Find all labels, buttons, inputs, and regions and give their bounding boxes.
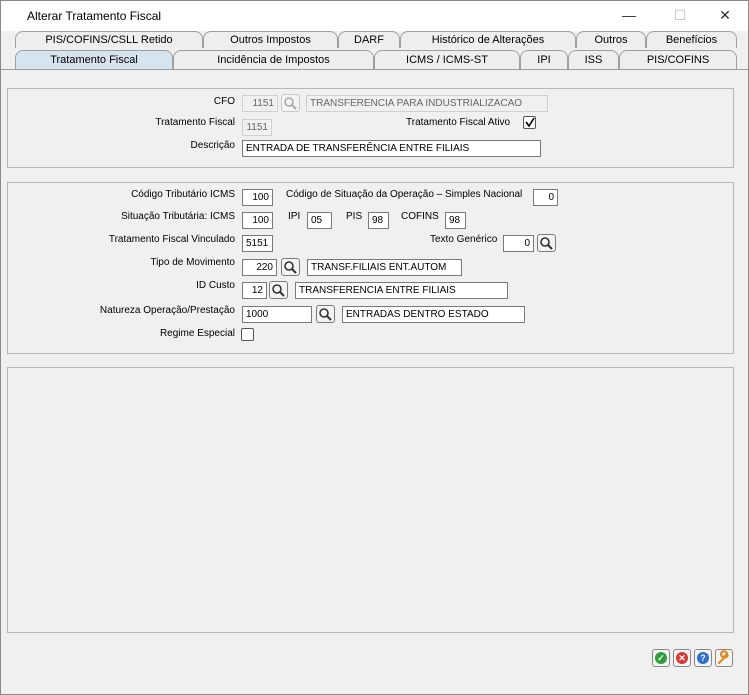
help-button[interactable]: ? <box>694 649 712 667</box>
pis-field[interactable]: 98 <box>368 212 389 229</box>
tratamento-fiscal-ativo-checkbox[interactable] <box>523 116 536 129</box>
close-button[interactable]: ✕ <box>714 5 736 25</box>
search-icon <box>272 284 285 297</box>
situacao-tributaria-icms-label: Situação Tributária: ICMS <box>121 211 235 222</box>
codigo-situacao-operacao-field[interactable]: 0 <box>533 189 558 206</box>
tab-content: CFO 1151 TRANSFERENCIA PARA INDUSTRIALIZ… <box>1 70 748 694</box>
tab-pis-cofins-csll-retido[interactable]: PIS/COFINS/CSLL Retido <box>15 31 203 48</box>
tab-strip: PIS/COFINS/CSLL Retido Outros Impostos D… <box>1 31 748 70</box>
tratamento-fiscal-vinculado-label: Tratamento Fiscal Vinculado <box>108 234 235 245</box>
tratamento-fiscal-field: 1151 <box>242 119 272 136</box>
cfo-code-field: 1151 <box>242 95 278 112</box>
codigo-tributario-icms-field[interactable]: 100 <box>242 189 273 206</box>
texto-generico-label: Texto Genérico <box>430 234 498 245</box>
tab-darf[interactable]: DARF <box>338 31 400 48</box>
tratamento-fiscal-ativo-label: Tratamento Fiscal Ativo <box>406 117 511 128</box>
pis-label: PIS <box>346 211 363 222</box>
search-icon <box>284 261 297 274</box>
tipo-movimento-field[interactable]: 220 <box>242 259 277 276</box>
help-icon: ? <box>697 652 709 664</box>
regime-especial-label: Regime Especial <box>159 328 235 339</box>
cancel-icon: ✕ <box>676 652 688 664</box>
wrench-icon <box>717 650 730 665</box>
cfo-search-button <box>281 94 300 112</box>
tab-iss[interactable]: ISS <box>568 50 619 69</box>
natureza-operacao-search-button[interactable] <box>316 305 335 323</box>
ipi-label: IPI <box>288 211 301 222</box>
natureza-operacao-description-field[interactable]: ENTRADAS DENTRO ESTADO <box>342 306 525 323</box>
id-custo-label: ID Custo <box>196 280 235 291</box>
tipo-movimento-label: Tipo de Movimento <box>150 257 235 268</box>
empty-panel <box>7 367 734 633</box>
cofins-field[interactable]: 98 <box>445 212 466 229</box>
descricao-field[interactable]: ENTRADA DE TRANSFERÊNCIA ENTRE FILIAIS <box>242 140 541 157</box>
natureza-operacao-label: Natureza Operação/Prestação <box>99 305 235 316</box>
cancel-button[interactable]: ✕ <box>673 649 691 667</box>
title-bar: Alterar Tratamento Fiscal — ☐ ✕ <box>1 1 748 31</box>
tab-outros[interactable]: Outros <box>576 31 646 48</box>
check-mark-icon <box>525 117 535 128</box>
confirm-button[interactable]: ✓ <box>652 649 670 667</box>
cfo-label: CFO <box>213 96 235 107</box>
tab-icms-icms-st[interactable]: ICMS / ICMS-ST <box>374 50 520 69</box>
search-icon <box>319 308 332 321</box>
texto-generico-field[interactable]: 0 <box>503 235 534 252</box>
texto-generico-search-button[interactable] <box>537 234 556 252</box>
id-custo-search-button[interactable] <box>269 281 288 299</box>
codigo-situacao-operacao-label: Código de Situação da Operação – Simples… <box>286 189 523 200</box>
tratamento-fiscal-label: Tratamento Fiscal <box>155 117 235 128</box>
check-icon: ✓ <box>655 652 667 664</box>
tratamento-fiscal-vinculado-field[interactable]: 5151 <box>242 235 273 252</box>
tipo-movimento-description-field[interactable]: TRANSF.FILIAIS ENT.AUTOM <box>307 259 462 276</box>
natureza-operacao-field[interactable]: 1000 <box>242 306 312 323</box>
search-icon <box>540 237 553 250</box>
ipi-field[interactable]: 05 <box>307 212 332 229</box>
tipo-movimento-search-button[interactable] <box>281 258 300 276</box>
id-custo-field[interactable]: 12 <box>242 282 267 299</box>
dialog-window: Alterar Tratamento Fiscal — ☐ ✕ PIS/COFI… <box>0 0 749 695</box>
tab-incidencia-impostos[interactable]: Incidência de Impostos <box>173 50 374 69</box>
id-custo-description-field[interactable]: TRANSFERENCIA ENTRE FILIAIS <box>295 282 508 299</box>
descricao-label: Descrição <box>190 140 235 151</box>
maximize-button[interactable]: ☐ <box>669 5 691 25</box>
tab-outros-impostos[interactable]: Outros Impostos <box>203 31 338 48</box>
window-title: Alterar Tratamento Fiscal <box>27 9 162 23</box>
tools-button[interactable] <box>715 649 733 667</box>
regime-especial-checkbox[interactable] <box>241 328 254 341</box>
tab-beneficios[interactable]: Benefícios <box>646 31 737 48</box>
tab-pis-cofins[interactable]: PIS/COFINS <box>619 50 737 69</box>
search-icon <box>284 97 297 110</box>
minimize-button[interactable]: — <box>618 5 640 25</box>
tab-historico-alteracoes[interactable]: Histórico de Alterações <box>400 31 576 48</box>
cofins-label: COFINS <box>401 211 439 222</box>
tab-tratamento-fiscal[interactable]: Tratamento Fiscal <box>15 50 173 69</box>
codigo-tributario-icms-label: Código Tributário ICMS <box>131 189 235 200</box>
cfo-description-field: TRANSFERENCIA PARA INDUSTRIALIZACAO <box>306 95 548 112</box>
tab-ipi[interactable]: IPI <box>520 50 568 69</box>
situacao-tributaria-icms-field[interactable]: 100 <box>242 212 273 229</box>
